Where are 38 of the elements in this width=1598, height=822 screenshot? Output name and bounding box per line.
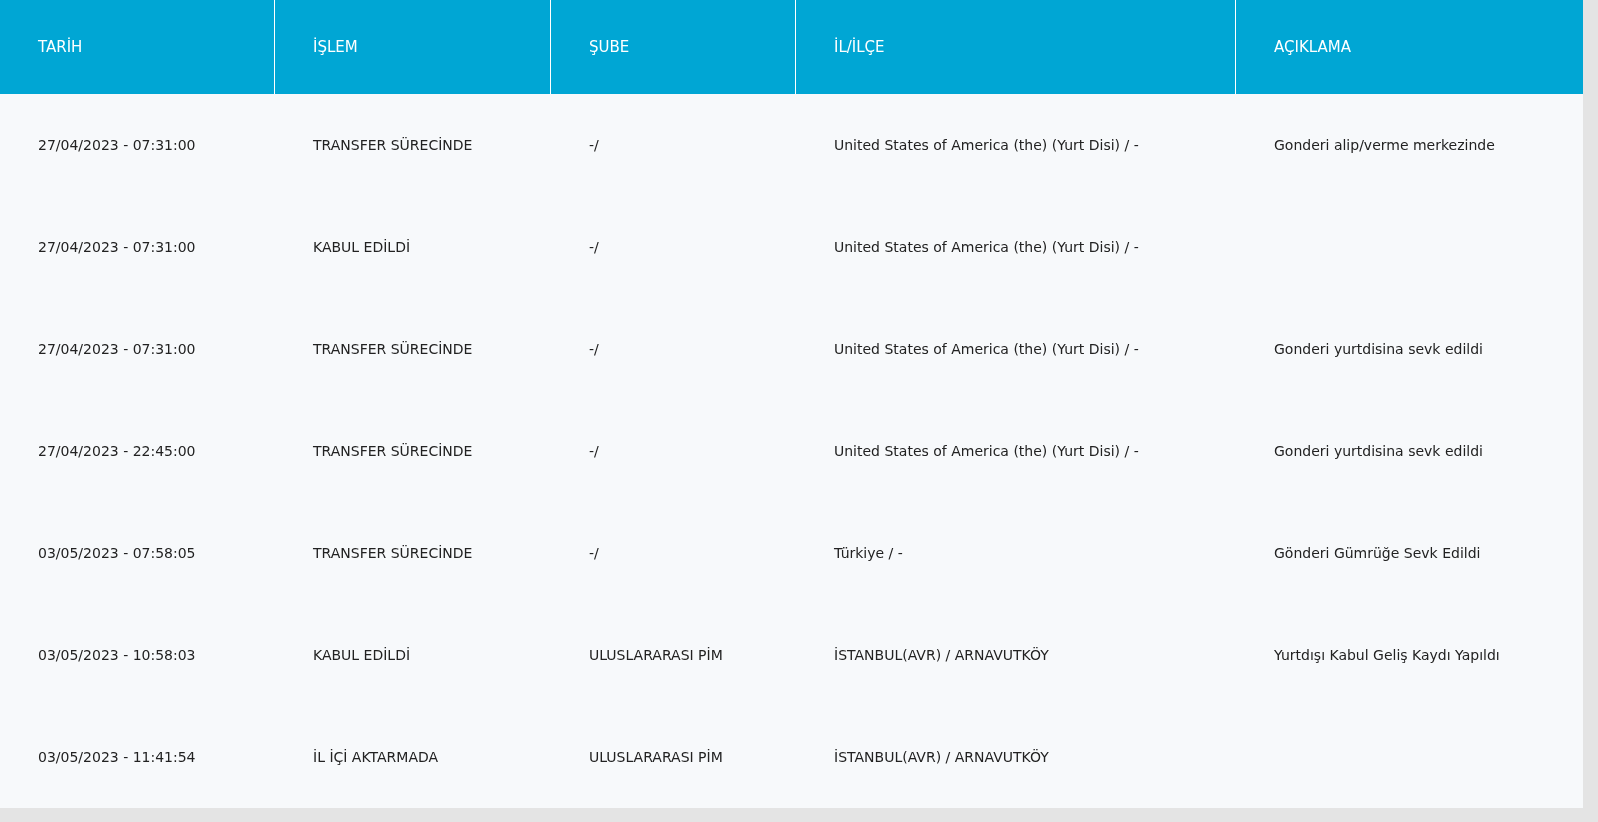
table-cell: 03/05/2023 - 10:58:03 — [38, 647, 196, 663]
table-cell: Gonderi alip/verme merkezinde — [1274, 137, 1495, 153]
table-cell: KABUL EDİLDİ — [313, 647, 411, 663]
table-cell: 27/04/2023 - 07:31:00 — [38, 137, 196, 153]
column-header: İL/İLÇE — [834, 36, 885, 58]
table-cell: İSTANBUL(AVR) / ARNAVUTKÖY — [834, 647, 1049, 663]
table-cell: -/ — [589, 137, 599, 153]
table-cell: -/ — [589, 341, 599, 357]
column-header: İŞLEM — [313, 36, 358, 58]
table-cell: ULUSLARARASI PİM — [589, 749, 723, 765]
table-cell: -/ — [589, 545, 599, 561]
table-cell: TRANSFER SÜRECİNDE — [313, 137, 473, 153]
table-cell: İSTANBUL(AVR) / ARNAVUTKÖY — [834, 749, 1049, 765]
table-cell: ULUSLARARASI PİM — [589, 647, 723, 663]
table-cell: Gonderi yurtdisina sevk edildi — [1274, 341, 1483, 357]
table-cell: United States of America (the) (Yurt Disi) / - — [834, 239, 1139, 255]
table-cell: Türkiye / - — [834, 545, 903, 561]
column-header: ŞUBE — [589, 36, 630, 58]
table-cell: United States of America (the) (Yurt Disi) / - — [834, 443, 1139, 459]
table-cell: Gönderi Gümrüğe Sevk Edildi — [1274, 545, 1481, 561]
table-cell: TRANSFER SÜRECİNDE — [313, 443, 473, 459]
table-cell: TRANSFER SÜRECİNDE — [313, 341, 473, 357]
table-cell: KABUL EDİLDİ — [313, 239, 411, 255]
table-cell: Yurtdışı Kabul Geliş Kaydı Yapıldı — [1274, 647, 1500, 663]
table-cell: United States of America (the) (Yurt Disi) / - — [834, 341, 1139, 357]
table-cell: United States of America (the) (Yurt Disi) / - — [834, 137, 1139, 153]
table-cell: İL İÇİ AKTARMADA — [313, 749, 439, 765]
table-cell: -/ — [589, 443, 599, 459]
table-cell: TRANSFER SÜRECİNDE — [313, 545, 473, 561]
table-cell: 27/04/2023 - 22:45:00 — [38, 443, 196, 459]
table-cell: Gonderi yurtdisina sevk edildi — [1274, 443, 1483, 459]
column-header: AÇIKLAMA — [1274, 36, 1351, 58]
table-cell: -/ — [589, 239, 599, 255]
column-header: TARİH — [38, 36, 83, 58]
table-cell: 27/04/2023 - 07:31:00 — [38, 239, 196, 255]
table-cell: 03/05/2023 - 07:58:05 — [38, 545, 196, 561]
table-cell: 03/05/2023 - 11:41:54 — [38, 749, 196, 765]
table-cell: 27/04/2023 - 07:31:00 — [38, 341, 196, 357]
